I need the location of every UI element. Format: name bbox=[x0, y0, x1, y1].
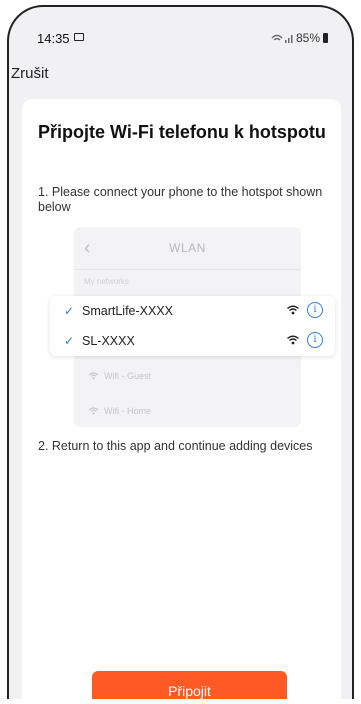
connect-button[interactable]: Připojit bbox=[92, 671, 287, 699]
battery-percent: 85% bbox=[295, 31, 320, 45]
battery-icon bbox=[323, 33, 328, 43]
illustration-title: WLAN bbox=[169, 241, 206, 255]
illustration-header: ‹ WLAN bbox=[74, 227, 301, 270]
wifi-icon bbox=[88, 372, 99, 380]
check-icon: ✓ bbox=[64, 334, 75, 348]
content-card: Připojte Wi-Fi telefonu k hotspotu 1. Pl… bbox=[22, 99, 341, 699]
wifi-signal-icon bbox=[271, 34, 293, 43]
status-bar: 14:35 85% bbox=[9, 7, 352, 59]
page-title: Připojte Wi-Fi telefonu k hotspotu bbox=[38, 122, 326, 142]
wifi-icon bbox=[287, 335, 299, 345]
network-row: ✓ SL-XXXX i bbox=[50, 326, 335, 356]
image-icon bbox=[74, 33, 84, 41]
status-time: 14:35 bbox=[37, 31, 70, 46]
info-icon: i bbox=[307, 302, 323, 318]
network-name: SL-XXXX bbox=[82, 334, 135, 348]
other-network-name: Wifi - Home bbox=[104, 406, 151, 416]
status-indicators: 85% bbox=[271, 31, 328, 45]
wifi-icon bbox=[287, 305, 299, 315]
step-2-text: 2. Return to this app and continue addin… bbox=[38, 439, 313, 453]
wifi-icon bbox=[88, 407, 99, 415]
network-row: ✓ SmartLife-XXXX i bbox=[50, 296, 335, 326]
network-name: SmartLife-XXXX bbox=[82, 304, 174, 318]
check-icon: ✓ bbox=[64, 304, 75, 318]
step-1-text: 1. Please connect your phone to the hots… bbox=[38, 185, 323, 214]
illustration-section-label: My networks bbox=[84, 277, 129, 286]
connected-networks-card: ✓ SmartLife-XXXX i ✓ SL-XXXX i bbox=[50, 296, 335, 356]
phone-frame: 14:35 85% Zrušit Připojte Wi-Fi telefonu… bbox=[7, 5, 354, 699]
other-network-name: Wifi - Guest bbox=[104, 371, 152, 381]
wlan-illustration: ‹ WLAN My networks ✓ SmartLife-XXXX i ✓ bbox=[50, 227, 335, 427]
info-icon: i bbox=[307, 332, 323, 348]
other-network-item: Wifi - Guest bbox=[88, 371, 151, 381]
top-bar: Zrušit bbox=[9, 59, 352, 99]
cancel-button[interactable]: Zrušit bbox=[11, 65, 49, 82]
other-network-item: Wifi - Home bbox=[88, 406, 151, 416]
